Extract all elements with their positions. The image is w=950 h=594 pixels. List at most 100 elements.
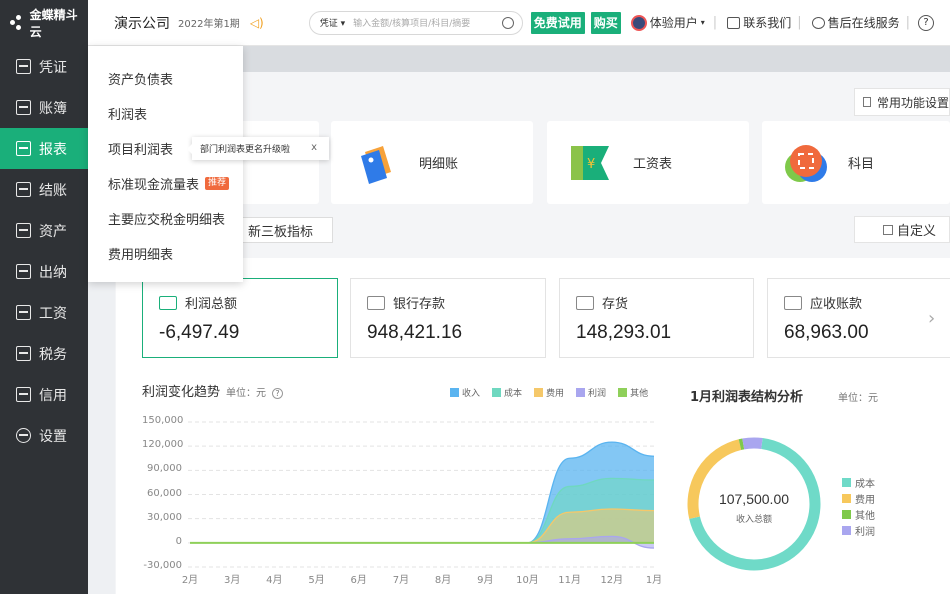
- legend-swatch: [534, 388, 544, 397]
- donut-legend-item[interactable]: 其他: [842, 507, 875, 522]
- search-type-select[interactable]: 凭证 ▾: [320, 16, 345, 29]
- menu-item[interactable]: 主要应交税金明细表: [88, 201, 243, 236]
- menu-item[interactable]: 利润表: [88, 96, 243, 131]
- free-trial-button[interactable]: 免费试用: [530, 11, 585, 34]
- checkout-icon: [16, 182, 31, 197]
- sidebar-item[interactable]: 账簿: [0, 87, 88, 128]
- help-button[interactable]: ?: [918, 14, 934, 31]
- shortcut-card-ledger[interactable]: 明细账: [331, 121, 533, 204]
- menu-item[interactable]: 标准现金流量表 推荐: [88, 166, 243, 201]
- legend-label: 费用: [855, 495, 875, 506]
- y-tick-label: 90,000: [147, 463, 182, 475]
- yuan-icon: [159, 295, 177, 310]
- sidebar-item-label: 结账: [39, 182, 67, 199]
- grid-icon: [883, 224, 893, 235]
- legend-label: 费用: [546, 389, 565, 399]
- search-icon[interactable]: [501, 16, 514, 29]
- info-icon[interactable]: ?: [272, 388, 284, 399]
- asset-icon: [16, 223, 31, 238]
- menu-item-label: 费用明细表: [108, 248, 174, 263]
- contact-label: 联系我们: [743, 16, 792, 30]
- sidebar-item[interactable]: 信用: [0, 374, 88, 415]
- legend-item[interactable]: 成本: [492, 386, 522, 399]
- legend-item[interactable]: 费用: [534, 386, 564, 399]
- trend-chart: [188, 421, 656, 568]
- salary-sheet-icon: ¥: [571, 145, 609, 180]
- donut-title: 1月利润表结构分析: [690, 390, 804, 405]
- y-tick-label: -30,000: [143, 560, 182, 571]
- support-button[interactable]: 售后在线服务: [811, 14, 900, 31]
- legend-item[interactable]: 其他: [618, 386, 648, 399]
- sidebar-item[interactable]: 出纳: [0, 251, 88, 292]
- kpi-card-profit[interactable]: 利润总额 -6,497.49: [142, 278, 338, 358]
- chat-icon: [727, 16, 741, 29]
- donut-center-value: 107,500.00: [718, 491, 790, 507]
- bank-icon: [367, 295, 385, 310]
- credit-icon: [16, 387, 31, 402]
- sanban-indicator-button[interactable]: 新三板指标: [235, 217, 333, 243]
- kpi-card-bank[interactable]: 银行存款 948,421.16: [350, 278, 546, 358]
- speaker-icon[interactable]: ◁): [250, 16, 264, 30]
- sidebar-item[interactable]: 设置: [0, 415, 88, 456]
- sidebar-item[interactable]: 工资: [0, 292, 88, 333]
- legend-item[interactable]: 利润: [576, 386, 606, 399]
- user-menu[interactable]: 体验用户 ▾: [630, 14, 705, 31]
- customize-label: 自定义: [897, 224, 937, 239]
- search-box[interactable]: 凭证 ▾ 输入金额/核算项目/科目/摘要: [308, 10, 523, 35]
- common-functions-settings-button[interactable]: 常用功能设置: [854, 88, 950, 116]
- legend-item[interactable]: 收入: [450, 386, 480, 399]
- sidebar-item-label: 信用: [39, 387, 67, 404]
- sidebar-item[interactable]: 资产: [0, 210, 88, 251]
- y-tick-label: 120,000: [142, 439, 184, 451]
- divider: |: [905, 15, 910, 30]
- menu-item[interactable]: 资产负债表: [88, 61, 243, 96]
- menu-item[interactable]: 费用明细表: [88, 236, 243, 271]
- sidebar-nav: 凭证 账簿报表结账资产 出纳 工资税务信用设置: [0, 46, 88, 456]
- sidebar-item[interactable]: 凭证: [0, 46, 88, 87]
- help-icon: ?: [918, 14, 934, 31]
- shortcut-label: 工资表: [633, 157, 673, 172]
- legend-swatch: [842, 494, 851, 503]
- sidebar-item[interactable]: 结账: [0, 169, 88, 210]
- brand-name: 金蝶精斗云: [29, 8, 78, 39]
- sidebar-item[interactable]: 报表: [0, 128, 88, 169]
- sidebar-item[interactable]: 税务: [0, 333, 88, 374]
- search-input[interactable]: 输入金额/核算项目/科目/摘要: [353, 16, 502, 29]
- donut-legend-item[interactable]: 成本: [842, 475, 875, 490]
- period-label[interactable]: 2022年第1期: [178, 15, 240, 30]
- receivable-icon: [784, 295, 802, 310]
- contact-button[interactable]: 联系我们: [727, 14, 791, 31]
- salary-icon: [16, 305, 31, 320]
- kpi-card-inventory[interactable]: 存货 148,293.01: [559, 278, 754, 358]
- copy-icon: [863, 97, 871, 107]
- kpi-label: 应收账款: [810, 297, 863, 312]
- divider: |: [797, 15, 802, 30]
- report-dropdown-menu: 资产负债表 利润表 项目利润表 标准现金流量表 推荐 主要应交税金明细表 费用明细表: [88, 46, 243, 282]
- shortcut-card-hidden[interactable]: [235, 121, 319, 204]
- support-label: 售后在线服务: [827, 16, 900, 30]
- trend-legend: 收入 成本 费用 利润 其他: [450, 386, 648, 399]
- voucher-icon: [16, 59, 31, 74]
- donut-legend-item[interactable]: 利润: [842, 523, 875, 538]
- recommend-badge: 推荐: [205, 177, 230, 190]
- sidebar-item-label: 税务: [39, 346, 67, 363]
- y-tick-label: 150,000: [142, 415, 184, 426]
- customize-button[interactable]: 自定义: [854, 216, 950, 243]
- chevron-right-icon[interactable]: ›: [928, 308, 935, 329]
- shortcut-card-subject[interactable]: 科目: [762, 121, 950, 204]
- menu-item-label: 资产负债表: [108, 73, 174, 88]
- sidebar-item-label: 报表: [39, 141, 67, 158]
- brand-logo[interactable]: 金蝶精斗云: [0, 0, 88, 46]
- legend-label: 成本: [855, 479, 875, 490]
- close-icon[interactable]: x: [311, 142, 317, 153]
- kpi-card-receivable[interactable]: 应收账款 68,963.00: [767, 278, 950, 358]
- rename-tooltip: 部门利润表更名升级啦 x: [187, 137, 329, 160]
- report-icon: [16, 141, 31, 156]
- buy-button[interactable]: 购买: [590, 11, 621, 34]
- company-name[interactable]: 演示公司: [114, 13, 170, 33]
- legend-label: 其他: [630, 389, 649, 399]
- donut-slice-利润: [742, 437, 763, 450]
- y-tick-label: 60,000: [147, 487, 182, 499]
- donut-legend-item[interactable]: 费用: [842, 491, 875, 506]
- shortcut-card-salary[interactable]: ¥ 工资表: [547, 121, 749, 204]
